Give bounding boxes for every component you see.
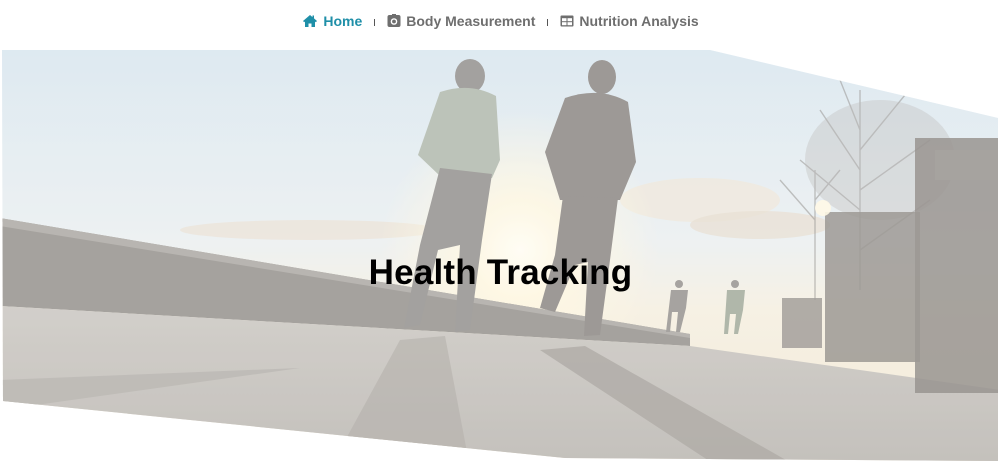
hero-title: Health Tracking — [368, 253, 633, 293]
nav-divider — [374, 18, 376, 26]
nav-item-nutrition-analysis-label: Nutrition Analysis — [579, 13, 699, 29]
nav-item-home[interactable]: Home — [302, 13, 362, 29]
nav-item-body-measurement-label: Body Measurement — [406, 13, 536, 29]
nav-divider — [547, 18, 549, 26]
nav-item-home-label: Home — [323, 13, 363, 29]
nav-item-body-measurement[interactable]: Body Measurement — [387, 13, 535, 29]
nav-item-nutrition-analysis[interactable]: Nutrition Analysis — [560, 13, 699, 29]
home-icon — [302, 14, 318, 28]
hero-banner: Health Tracking — [0, 50, 1001, 468]
table-icon — [560, 15, 574, 27]
camera-icon — [387, 14, 401, 28]
main-nav: Home Body Measurement Nutrition Analysis — [0, 0, 1001, 42]
